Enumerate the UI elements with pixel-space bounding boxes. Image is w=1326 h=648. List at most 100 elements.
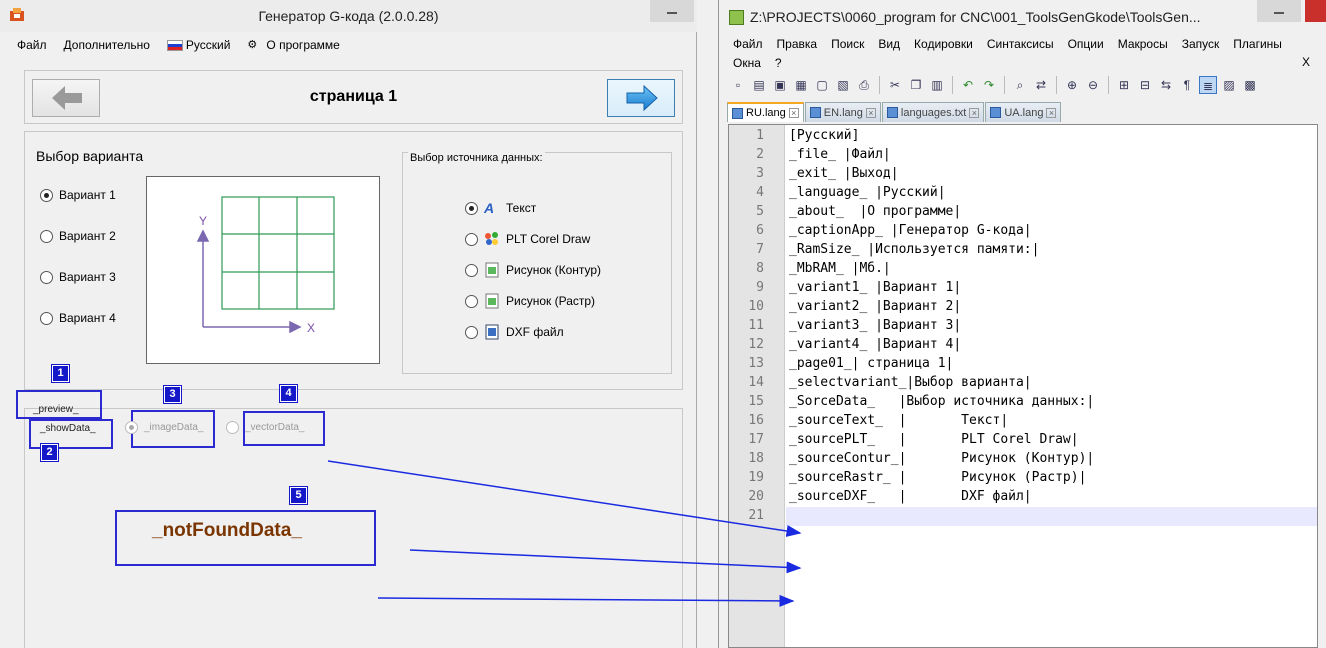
tab-ua-lang[interactable]: UA.lang × [985,102,1062,122]
menu-item-syntax[interactable]: Синтаксисы [987,37,1054,51]
menu-row-2: Окна ? [719,54,782,72]
source-dxf-label: DXF файл [506,325,564,339]
menu-language-label: Русский [185,38,231,52]
undo-icon[interactable]: ↶ [959,76,977,94]
preview-placeholder-label: _preview_ [33,404,79,415]
imagedata-option[interactable]: _imageData_ [125,421,203,434]
sync-vertical-icon[interactable]: ⊞ [1115,76,1133,94]
line-number: 14 [748,375,764,390]
current-line-highlight [786,507,1317,526]
menu-item-run[interactable]: Запуск [1182,37,1220,51]
variant-4-radio[interactable] [40,311,53,325]
word-wrap-icon[interactable]: ⇆ [1157,76,1175,94]
copy-icon[interactable]: ❐ [907,76,925,94]
paste-icon[interactable]: ▥ [928,76,946,94]
tab-close-icon[interactable]: × [865,107,876,118]
variant-title: Выбор варианта [36,148,144,164]
left-window-title: Генератор G-кода (2.0.0.28) [258,8,439,24]
zoom-in-icon[interactable]: ⊕ [1063,76,1081,94]
vectordata-option[interactable]: _vectorData_ [226,421,304,434]
redo-icon[interactable]: ↷ [980,76,998,94]
folder-as-workspace-icon[interactable]: ▨ [1220,76,1238,94]
next-button[interactable] [607,79,675,117]
variant-2-radio[interactable] [40,229,53,243]
annotation-number-4: 4 [279,384,298,403]
corel-draw-icon [484,231,500,247]
replace-icon[interactable]: ⇄ [1032,76,1050,94]
source-plt-radio[interactable] [465,232,478,246]
variant-4-label: Вариант 4 [59,311,116,325]
menu-item-options[interactable]: Опции [1068,37,1104,51]
tab-close-icon[interactable]: × [788,108,799,118]
menu-item-search[interactable]: Поиск [831,37,864,51]
menu-row-1: Файл Правка Поиск Вид Кодировки Синтакси… [719,35,1282,53]
vectordata-radio[interactable] [226,421,239,434]
source-contour-option[interactable]: Рисунок (Контур) [465,262,601,278]
sync-horizontal-icon[interactable]: ⊟ [1136,76,1154,94]
save-icon[interactable]: ▣ [771,76,789,94]
tab-languages-txt[interactable]: languages.txt × [881,102,985,122]
variant-4-option[interactable]: Вариант 4 [40,311,116,325]
tab-en-lang[interactable]: EN.lang × [804,102,881,122]
save-all-icon[interactable]: ▦ [792,76,810,94]
close-all-icon[interactable]: ▧ [834,76,852,94]
line-number: 5 [756,204,764,219]
annotation-number-3: 3 [163,385,182,404]
menu-item-view[interactable]: Вид [878,37,900,51]
source-dxf-radio[interactable] [465,325,478,339]
menu-item-windows[interactable]: Окна [733,56,761,70]
source-raster-option[interactable]: Рисунок (Растр) [465,293,595,309]
tab-close-icon[interactable]: × [1046,107,1057,118]
menu-item-encoding[interactable]: Кодировки [914,37,973,51]
variant-2-label: Вариант 2 [59,229,116,243]
source-text-option[interactable]: A Текст [465,200,536,216]
code-line: _exit_ |Выход| [789,166,899,181]
variant-1-option[interactable]: Вариант 1 [40,188,116,202]
code-line: _about_ |О программе| [789,204,962,219]
menu-close-document[interactable]: X [1302,55,1310,69]
menu-item-file[interactable]: Файл [733,37,763,51]
source-text-radio[interactable] [465,201,478,215]
left-menu-bar: Файл Дополнительно Русский ⚙ О программе [0,34,340,56]
document-map-icon[interactable]: ▩ [1241,76,1259,94]
menu-extra[interactable]: Дополнительно [64,38,150,52]
find-icon[interactable]: ⌕ [1011,76,1029,94]
tab-close-icon[interactable]: × [969,107,980,118]
file-icon [990,107,1002,118]
line-number: 6 [756,223,764,238]
imagedata-radio[interactable] [125,421,138,434]
line-number: 10 [748,299,764,314]
variant-3-option[interactable]: Вариант 3 [40,270,116,284]
menu-file[interactable]: Файл [17,38,47,52]
show-all-chars-icon[interactable]: ¶ [1178,76,1196,94]
close-file-icon[interactable]: ▢ [813,76,831,94]
minimize-button[interactable] [650,0,694,22]
tab-ru-lang[interactable]: RU.lang × [727,102,804,122]
menu-about[interactable]: ⚙ О программе [247,38,339,52]
right-close-button[interactable] [1305,0,1326,22]
menu-item-help[interactable]: ? [775,56,782,70]
right-minimize-button[interactable] [1257,0,1301,22]
source-plt-option[interactable]: PLT Corel Draw [465,231,590,247]
open-file-icon[interactable]: ▤ [750,76,768,94]
russian-flag-icon [166,39,183,51]
menu-item-macros[interactable]: Макросы [1118,37,1168,51]
print-icon[interactable]: ⎙ [855,76,873,94]
line-number: 12 [748,337,764,352]
new-file-icon[interactable]: ▫ [729,76,747,94]
source-contour-radio[interactable] [465,263,478,277]
indent-guide-icon[interactable]: ≣ [1199,76,1217,94]
menu-item-plugins[interactable]: Плагины [1233,37,1282,51]
source-raster-radio[interactable] [465,294,478,308]
line-number: 4 [756,185,764,200]
text-editor[interactable]: 1 2 3 4 5 6 7 8 9 10 11 12 13 14 15 16 17 18 19 20 21 [Русск… [728,124,1318,648]
variant-1-radio[interactable] [40,188,53,202]
variant-2-option[interactable]: Вариант 2 [40,229,116,243]
cut-icon[interactable]: ✂ [886,76,904,94]
menu-item-edit[interactable]: Правка [777,37,818,51]
source-dxf-option[interactable]: DXF файл [465,324,564,340]
menu-language[interactable]: Русский [166,38,231,52]
zoom-out-icon[interactable]: ⊖ [1084,76,1102,94]
code-line: _variant3_ |Вариант 3| [789,318,962,333]
variant-3-radio[interactable] [40,270,53,284]
